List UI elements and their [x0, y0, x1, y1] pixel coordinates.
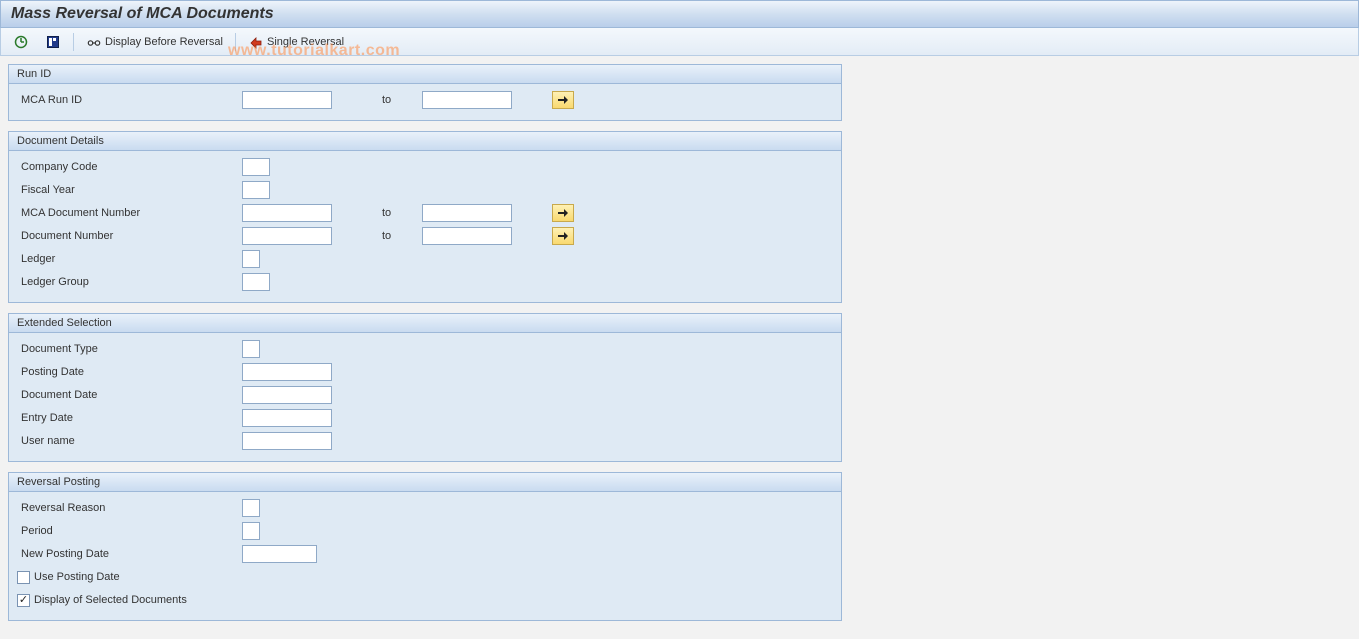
selection-screen: Run ID MCA Run ID to Document Details Co… — [0, 56, 850, 639]
entry-date-input[interactable] — [242, 409, 332, 427]
mca-doc-no-from-input[interactable] — [242, 204, 332, 222]
label-fiscal-year: Fiscal Year — [17, 184, 242, 196]
label-to: to — [382, 94, 422, 106]
label-company-code: Company Code — [17, 161, 242, 173]
get-variant-button[interactable] — [41, 32, 65, 52]
single-reversal-icon — [248, 34, 264, 50]
ledger-input[interactable] — [242, 250, 260, 268]
single-reversal-label: Single Reversal — [267, 36, 344, 48]
group-run-id: Run ID MCA Run ID to — [8, 64, 842, 121]
label-period: Period — [17, 525, 242, 537]
application-toolbar: Display Before Reversal Single Reversal — [0, 28, 1359, 56]
rev-reason-input[interactable] — [242, 499, 260, 517]
group-extended-selection: Extended Selection Document Type Posting… — [8, 313, 842, 462]
arrow-right-icon — [557, 95, 569, 105]
page-title: Mass Reversal of MCA Documents — [0, 0, 1359, 28]
use-posting-date-checkbox[interactable] — [17, 571, 30, 584]
doc-date-input[interactable] — [242, 386, 332, 404]
user-name-input[interactable] — [242, 432, 332, 450]
group-document-details: Document Details Company Code Fiscal Yea… — [8, 131, 842, 303]
label-ledger: Ledger — [17, 253, 242, 265]
mca-run-id-from-input[interactable] — [242, 91, 332, 109]
label-doc-date: Document Date — [17, 389, 242, 401]
execute-button[interactable] — [9, 32, 33, 52]
label-ledger-group: Ledger Group — [17, 276, 242, 288]
group-title-extended-selection: Extended Selection — [9, 314, 841, 333]
execute-icon — [13, 34, 29, 50]
new-posting-date-input[interactable] — [242, 545, 317, 563]
arrow-right-icon — [557, 231, 569, 241]
toolbar-separator — [73, 33, 74, 51]
display-before-reversal-label: Display Before Reversal — [105, 36, 223, 48]
label-display-selected: Display of Selected Documents — [34, 594, 187, 606]
ledger-group-input[interactable] — [242, 273, 270, 291]
label-mca-run-id: MCA Run ID — [17, 94, 242, 106]
posting-date-input[interactable] — [242, 363, 332, 381]
label-to: to — [382, 230, 422, 242]
label-mca-doc-no: MCA Document Number — [17, 207, 242, 219]
mca-doc-no-multiselect-button[interactable] — [552, 204, 574, 222]
label-new-posting-date: New Posting Date — [17, 548, 242, 560]
doc-no-to-input[interactable] — [422, 227, 512, 245]
label-doc-type: Document Type — [17, 343, 242, 355]
group-title-reversal-posting: Reversal Posting — [9, 473, 841, 492]
display-before-reversal-button[interactable]: Display Before Reversal — [82, 32, 227, 52]
label-user-name: User name — [17, 435, 242, 447]
doc-type-input[interactable] — [242, 340, 260, 358]
period-input[interactable] — [242, 522, 260, 540]
row-mca-run-id: MCA Run ID to — [17, 89, 833, 111]
company-code-input[interactable] — [242, 158, 270, 176]
label-entry-date: Entry Date — [17, 412, 242, 424]
get-variant-icon — [45, 34, 61, 50]
single-reversal-button[interactable]: Single Reversal — [244, 32, 348, 52]
doc-no-from-input[interactable] — [242, 227, 332, 245]
mca-doc-no-to-input[interactable] — [422, 204, 512, 222]
mca-run-id-multiselect-button[interactable] — [552, 91, 574, 109]
glasses-icon — [86, 34, 102, 50]
display-selected-checkbox[interactable] — [17, 594, 30, 607]
arrow-right-icon — [557, 208, 569, 218]
label-to: to — [382, 207, 422, 219]
group-title-run-id: Run ID — [9, 65, 841, 84]
label-posting-date: Posting Date — [17, 366, 242, 378]
group-reversal-posting: Reversal Posting Reversal Reason Period … — [8, 472, 842, 621]
mca-run-id-to-input[interactable] — [422, 91, 512, 109]
group-title-document-details: Document Details — [9, 132, 841, 151]
label-rev-reason: Reversal Reason — [17, 502, 242, 514]
doc-no-multiselect-button[interactable] — [552, 227, 574, 245]
label-use-posting-date: Use Posting Date — [34, 571, 120, 583]
toolbar-separator — [235, 33, 236, 51]
fiscal-year-input[interactable] — [242, 181, 270, 199]
label-doc-no: Document Number — [17, 230, 242, 242]
